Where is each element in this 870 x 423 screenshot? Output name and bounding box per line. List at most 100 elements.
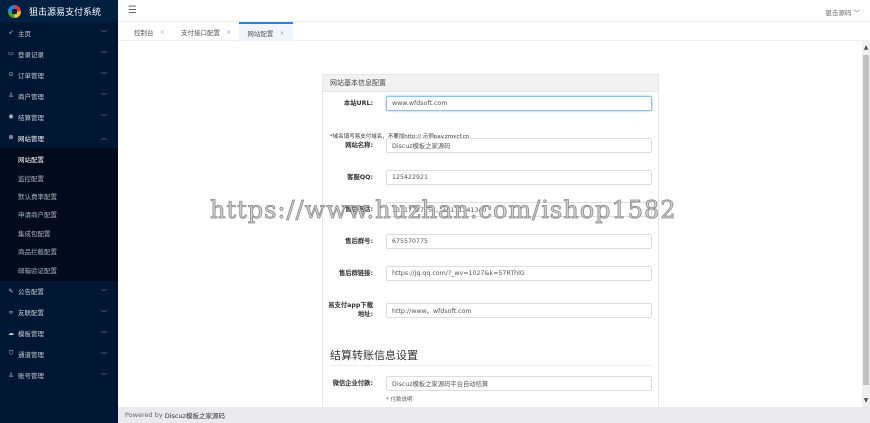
field-label: 网站名称:: [345, 142, 373, 149]
close-icon[interactable]: ×: [279, 29, 284, 37]
sidebar-item-orders[interactable]: ⊙ 订单管理 ﹀: [0, 64, 118, 85]
field-label: 本站URL:: [343, 100, 373, 107]
sidebar-item-links[interactable]: ∞ 友联配置 ﹀: [0, 302, 118, 323]
submenu-item-monitor[interactable]: 监控配置: [0, 168, 118, 186]
app-logo[interactable]: 狙击源易支付系统: [0, 0, 118, 22]
chevron-down-icon: ﹀: [100, 30, 107, 37]
app-title: 狙击源易支付系统: [29, 7, 102, 18]
chevron-down-icon: ﹀: [100, 330, 107, 338]
field-qq: 客服QQ: 125422921: [323, 170, 660, 185]
sidebar: 狙击源易支付系统 ➶ 主页 ﹀ ▭ 登录记录 ﹀ ⊙ 订单管理 ﹀ ♙ 商户管理 ﹀ ◉ 结算管理…: [0, 0, 118, 423]
submenu-item-intercept[interactable]: 商品拦截配置: [0, 242, 118, 260]
chevron-down-icon: ﹀: [100, 351, 107, 359]
sidebar-item-label: 账号管理: [18, 372, 44, 381]
chevron-down-icon: ﹀: [100, 114, 107, 121]
submenu-item-site-config[interactable]: 网站配置: [0, 150, 118, 168]
watermark: https://www.huzhan.com/ishop1582: [210, 196, 677, 225]
field-group-number: 售后群号: 675570775: [323, 234, 660, 249]
qq-input[interactable]: 125422921: [386, 170, 652, 185]
tab-dashboard[interactable]: 控制台 ×: [126, 22, 173, 41]
chevron-down-icon: ﹀: [100, 309, 107, 317]
tab-site-config[interactable]: 网站配置 ×: [239, 22, 293, 41]
field-site-name: 网站名称: Discuz模板之家源码: [323, 138, 660, 153]
divider: [330, 365, 651, 366]
group-link-input[interactable]: https://jq.qq.com/?_wv=1027&k=57RThlG: [386, 266, 652, 281]
sidebar-item-site[interactable]: ⊚ 网站管理 ︿: [0, 127, 118, 148]
panel-title: 网站基本信息配置: [323, 75, 658, 92]
nav-menu: ➶ 主页 ﹀ ▭ 登录记录 ﹀ ⊙ 订单管理 ﹀ ♙ 商户管理 ﹀ ◉ 结算管理 ﹀ ⊚ 网站管理 ︿ …: [0, 22, 118, 386]
site-config-panel: 网站基本信息配置 本站URL: www.wfdsoft.com *域名填写易支付域…: [322, 74, 659, 407]
tab-label: 支付接口配置: [180, 28, 220, 37]
sidebar-item-settlement[interactable]: ◉ 结算管理 ﹀: [0, 106, 118, 127]
footer-prefix: Powered by: [125, 411, 163, 419]
scroll-down-icon[interactable]: ▼: [862, 397, 870, 404]
app-download-input[interactable]: http://www。wfdsoft.com: [386, 302, 652, 318]
user-menu[interactable]: 狙击源码 ﹀: [825, 7, 860, 17]
pencil-icon: ✎: [8, 287, 14, 295]
user-name: 狙击源码: [825, 9, 852, 17]
scrollbar[interactable]: ▲ ▼: [862, 41, 870, 407]
group-number-input[interactable]: 675570775: [386, 234, 652, 249]
footer: Powered by Discuz模板之家源码: [118, 407, 870, 423]
sidebar-item-label: 登录记录: [18, 50, 44, 59]
field-label: 售后群号:: [345, 238, 373, 245]
chevron-up-icon: ︿: [100, 135, 107, 142]
sidebar-item-label: 主页: [18, 29, 31, 38]
tab-bar: 控制台 × 支付接口配置 × 网站配置 ×: [118, 22, 870, 41]
tab-label: 控制台: [134, 28, 154, 37]
chevron-down-icon: ﹀: [100, 93, 107, 100]
field-label: 易支付app下载地址:: [328, 302, 373, 318]
chevron-down-icon: ﹀: [100, 372, 107, 380]
scroll-up-icon[interactable]: ▲: [862, 44, 870, 51]
sidebar-item-home[interactable]: ➶ 主页 ﹀: [0, 22, 118, 43]
main-content: 网站基本信息配置 本站URL: www.wfdsoft.com *域名填写易支付域…: [118, 41, 862, 407]
top-bar: ☰ 狙击源码 ﹀: [118, 0, 870, 22]
chevron-down-icon: ﹀: [100, 288, 107, 296]
settle-icon: ◉: [8, 113, 14, 120]
sidebar-item-login-log[interactable]: ▭ 登录记录 ﹀: [0, 43, 118, 64]
sidebar-item-label: 网站管理: [18, 134, 44, 143]
sidebar-item-templates[interactable]: ☁ 模板管理 ﹀: [0, 323, 118, 344]
site-url-input[interactable]: www.wfdsoft.com: [386, 96, 652, 111]
field-wx-payment: 微信企业付款: Discuz模板之家源码平台自动结算: [323, 376, 660, 391]
log-icon: ▭: [8, 50, 14, 57]
field-label: 微信企业付款:: [332, 380, 373, 387]
submenu-item-package[interactable]: 集成包配置: [0, 224, 118, 242]
scrollbar-thumb[interactable]: [863, 55, 869, 385]
sidebar-item-notice[interactable]: ✎ 公告配置 ﹀: [0, 281, 118, 302]
field-group-link: 售后群链接: https://jq.qq.com/?_wv=1027&k=57RT…: [323, 266, 660, 281]
field-label: 售后群链接:: [338, 270, 373, 277]
user-icon: ♙: [8, 92, 14, 99]
shield-icon: ⛉: [8, 350, 14, 358]
site-name-input[interactable]: Discuz模板之家源码: [386, 138, 652, 153]
logo-icon: [8, 4, 21, 18]
sidebar-item-label: 模板管理: [18, 330, 44, 339]
submenu-item-default-rate[interactable]: 默认费率配置: [0, 187, 118, 205]
cloud-icon: ☁: [8, 329, 14, 337]
footer-brand[interactable]: Discuz模板之家源码: [165, 410, 225, 420]
sidebar-item-channels[interactable]: ⛉ 通道管理 ﹀: [0, 344, 118, 365]
sidebar-item-label: 结算管理: [18, 113, 44, 122]
sidebar-item-merchants[interactable]: ♙ 商户管理 ﹀: [0, 85, 118, 106]
submenu-site: 网站配置 监控配置 默认费率配置 申请商户配置 集成包配置 商品拦截配置 邮箱验…: [0, 148, 118, 281]
chevron-down-icon: ﹀: [100, 72, 107, 79]
wx-payment-input[interactable]: Discuz模板之家源码平台自动结算: [386, 376, 652, 391]
section-title: 结算转账信息设置: [330, 349, 418, 362]
sidebar-item-label: 商户管理: [18, 92, 44, 101]
chevron-down-icon: ﹀: [100, 51, 107, 58]
field-label: 客服QQ:: [347, 174, 373, 181]
rocket-icon: ➶: [8, 29, 14, 36]
sidebar-item-account[interactable]: ♙ 账号管理 ﹀: [0, 365, 118, 386]
link-icon: ∞: [8, 308, 14, 316]
sidebar-item-label: 通道管理: [18, 351, 44, 360]
submenu-item-email[interactable]: 邮箱验证配置: [0, 260, 118, 278]
tab-payment-config[interactable]: 支付接口配置 ×: [173, 22, 239, 41]
close-icon[interactable]: ×: [160, 28, 165, 36]
submenu-item-merchant-apply[interactable]: 申请商户配置: [0, 205, 118, 223]
field-site-url: 本站URL: www.wfdsoft.com: [323, 96, 660, 111]
field-app-download: 易支付app下载地址: http://www。wfdsoft.com: [323, 301, 660, 319]
payment-note: * 付款说明: [386, 397, 413, 403]
close-icon[interactable]: ×: [226, 28, 231, 36]
order-icon: ⊙: [8, 71, 14, 78]
menu-toggle-icon[interactable]: ☰: [128, 5, 137, 16]
